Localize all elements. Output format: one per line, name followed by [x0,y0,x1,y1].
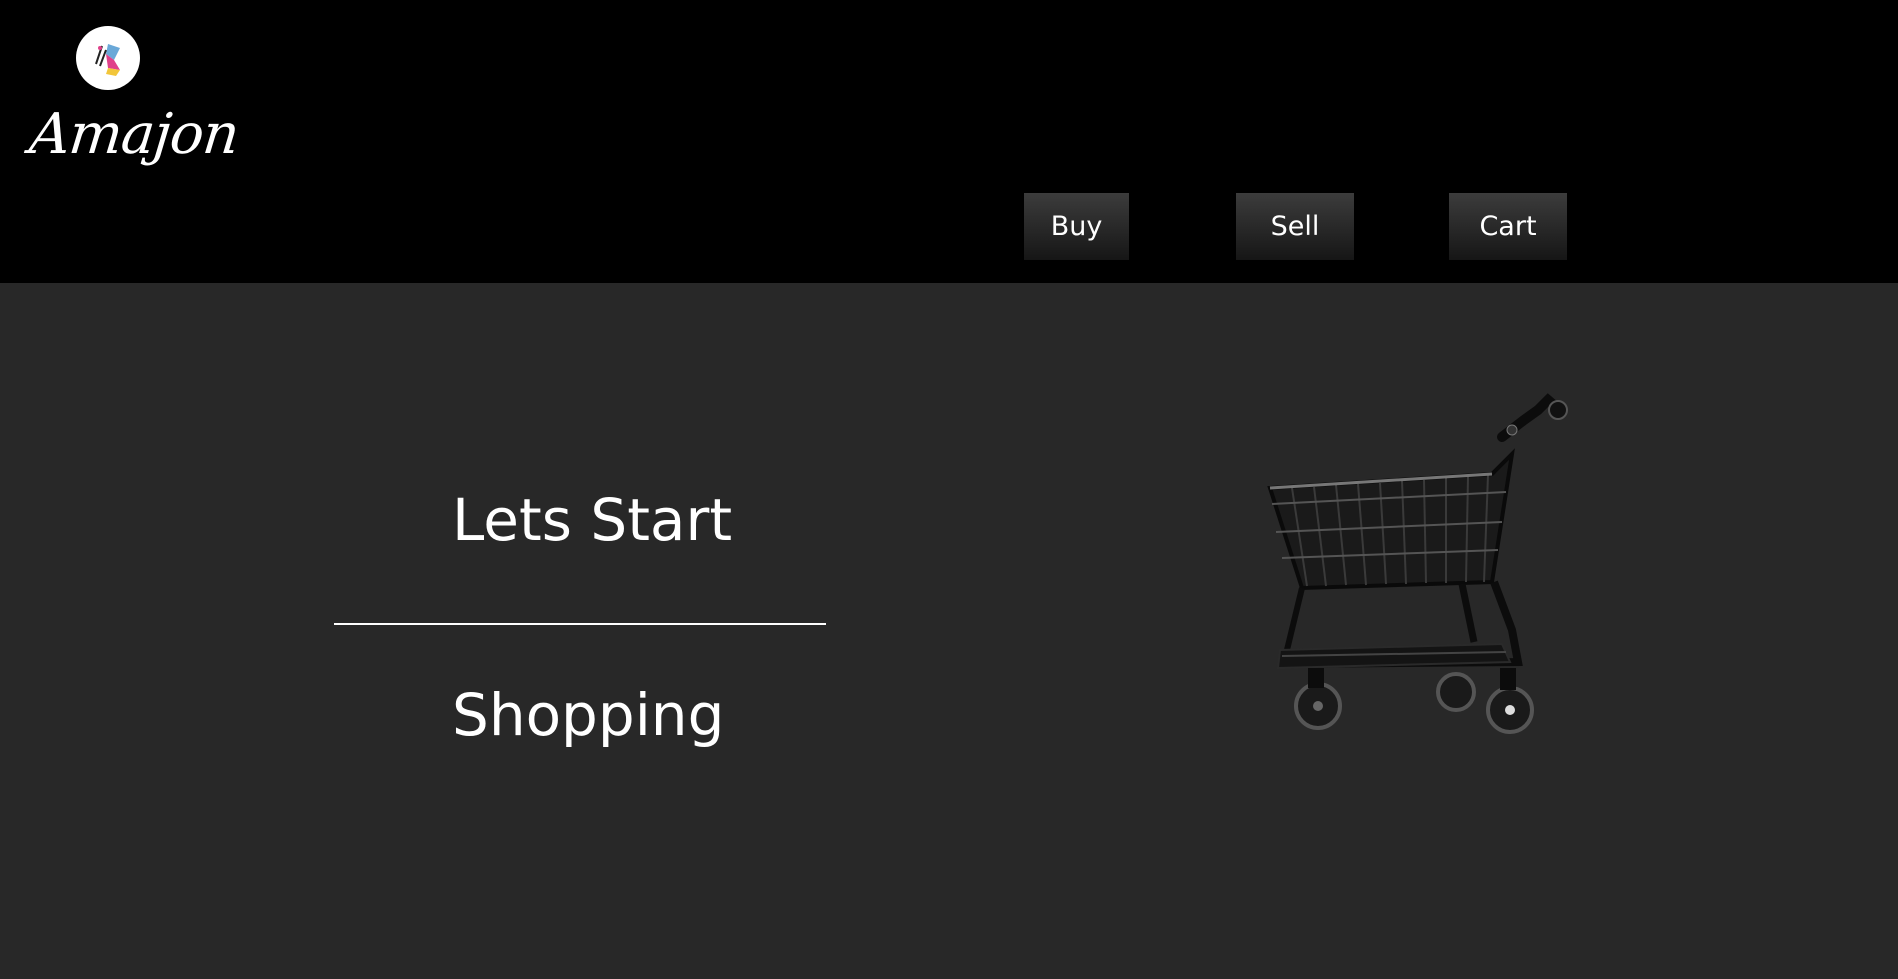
shopping-cart-icon [1262,392,1572,737]
hero-heading-line2: Shopping [452,681,725,749]
sell-button[interactable]: Sell [1236,193,1354,260]
logo-badge-icon [76,26,140,90]
hero-heading-line1: Lets Start [452,486,733,554]
site-header: Amajon Buy Sell Cart [0,0,1898,283]
brand-wordmark: Amajon [26,102,242,167]
brand-logo[interactable]: Amajon [27,25,242,195]
cart-button[interactable]: Cart [1449,193,1567,260]
buy-button[interactable]: Buy [1024,193,1129,260]
hero-divider [334,623,826,625]
